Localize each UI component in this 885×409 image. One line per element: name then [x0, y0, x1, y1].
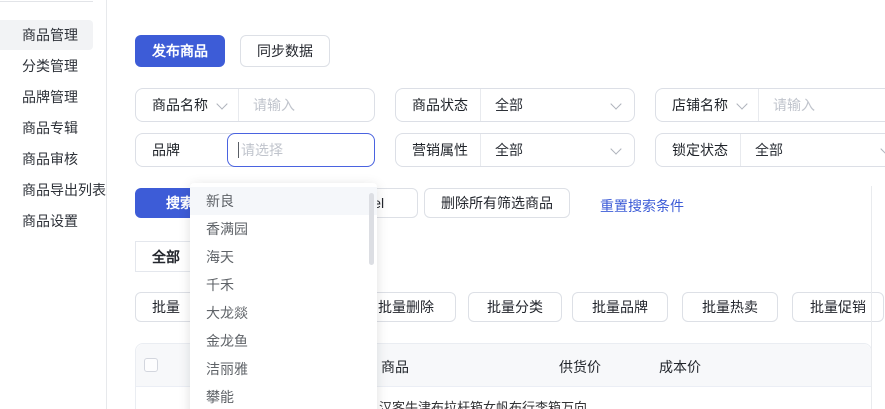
dropdown-item-brand[interactable]: 大龙燚 — [190, 299, 377, 327]
tab-all[interactable]: 全部 — [135, 241, 197, 272]
dropdown-item-brand[interactable]: 金龙鱼 — [190, 327, 377, 355]
batch-hot-sale-button[interactable]: 批量热卖 — [682, 292, 778, 322]
brand-select-input[interactable]: 请选择 — [227, 133, 375, 167]
dropdown-item-brand[interactable]: 香满园 — [190, 215, 377, 243]
product-status-filter[interactable]: 商品状态 全部 — [395, 88, 635, 122]
publish-product-button[interactable]: 发布商品 — [135, 35, 225, 67]
marketing-attr-value: 全部 — [481, 140, 523, 160]
sidebar-item-product-export-list[interactable]: 商品导出列表 — [0, 175, 93, 205]
text-cursor — [238, 142, 239, 158]
sidebar-item-product-settings[interactable]: 商品设置 — [0, 206, 93, 236]
column-header-product: 商品 — [381, 357, 409, 377]
dropdown-item-brand[interactable]: 新良 — [190, 187, 377, 215]
lock-status-value: 全部 — [741, 140, 783, 160]
sidebar-item-product-management[interactable]: 商品管理 — [0, 20, 93, 50]
chevron-down-icon — [610, 143, 621, 154]
dropdown-item-brand[interactable]: 洁丽雅 — [190, 355, 377, 383]
brand-filter: 品牌 请选择 — [135, 133, 375, 167]
brand-dropdown-menu: 新良 香满园 海天 千禾 大龙燚 金龙鱼 洁丽雅 攀能 — [190, 183, 377, 409]
brand-label: 品牌 — [136, 140, 192, 160]
sidebar-item-brand-management[interactable]: 品牌管理 — [0, 82, 93, 112]
marketing-attr-filter[interactable]: 营销属性 全部 — [395, 133, 635, 167]
product-name-label: 商品名称 — [152, 95, 208, 115]
chevron-down-icon — [736, 98, 747, 109]
content-right-border — [871, 186, 872, 409]
chevron-down-icon — [610, 98, 621, 109]
batch-category-button[interactable]: 批量分类 — [468, 292, 562, 322]
brand-placeholder: 请选择 — [241, 140, 283, 160]
sync-data-button[interactable]: 同步数据 — [240, 35, 330, 67]
product-name-input[interactable]: 请输入 — [239, 95, 295, 115]
chevron-down-icon — [880, 143, 885, 154]
product-name-filter: 商品名称 请输入 — [135, 88, 375, 122]
marketing-attr-label: 营销属性 — [396, 140, 480, 160]
select-all-checkbox[interactable] — [144, 358, 158, 372]
batch-brand-button[interactable]: 批量品牌 — [572, 292, 668, 322]
lock-status-filter[interactable]: 锁定状态 全部 — [655, 133, 885, 167]
product-status-label: 商品状态 — [396, 95, 480, 115]
column-header-cost-price: 成本价 — [659, 357, 701, 377]
shop-name-field-selector[interactable]: 店铺名称 — [656, 95, 758, 115]
product-name-field-selector[interactable]: 商品名称 — [136, 95, 238, 115]
product-status-value: 全部 — [481, 95, 523, 115]
shop-name-filter: 店铺名称 请输入 — [655, 88, 885, 122]
dropdown-item-brand[interactable]: 千禾 — [190, 271, 377, 299]
sidebar-item-category-management[interactable]: 分类管理 — [0, 51, 93, 81]
delete-filtered-button[interactable]: 删除所有筛选商品 — [424, 188, 570, 218]
table-row-product-name: 汉客牛津布拉杆箱女帆布行李箱万向 — [379, 397, 587, 409]
lock-status-label: 锁定状态 — [656, 140, 740, 160]
product-management-page: 商品管理 分类管理 品牌管理 商品专辑 商品审核 商品导出列表 商品设置 发布商… — [0, 0, 885, 409]
dropdown-item-brand[interactable]: 攀能 — [190, 383, 377, 409]
chevron-down-icon — [216, 98, 227, 109]
sidebar-divider — [0, 1, 93, 2]
scrollbar-thumb[interactable] — [369, 193, 374, 265]
dropdown-item-brand[interactable]: 海天 — [190, 243, 377, 271]
shop-name-input[interactable]: 请输入 — [759, 95, 815, 115]
sidebar-item-product-review[interactable]: 商品审核 — [0, 144, 93, 174]
reset-search-link[interactable]: 重置搜索条件 — [600, 196, 684, 216]
column-header-supply-price: 供货价 — [559, 357, 601, 377]
sidebar-item-product-album[interactable]: 商品专辑 — [0, 113, 93, 143]
sidebar: 商品管理 分类管理 品牌管理 商品专辑 商品审核 商品导出列表 商品设置 — [0, 0, 107, 409]
shop-name-label: 店铺名称 — [672, 95, 728, 115]
